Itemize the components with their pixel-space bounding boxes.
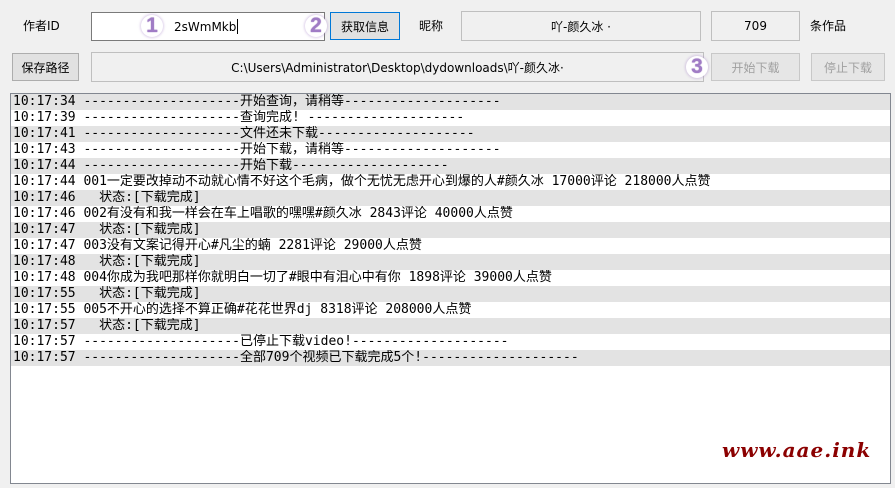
- log-row[interactable]: 10:17:48 状态:[下载完成]: [11, 254, 890, 270]
- log-message: 状态:[下载完成]: [75, 190, 201, 205]
- author-id-label: 作者ID: [23, 19, 60, 33]
- log-message: --------------------文件还未下载--------------…: [75, 126, 475, 141]
- save-path-button[interactable]: 保存路径: [12, 53, 79, 81]
- log-row[interactable]: 10:17:43 --------------------开始下载，请稍等---…: [11, 142, 890, 158]
- log-timestamp: 10:17:47: [13, 238, 76, 253]
- step-2-badge: 2: [305, 14, 327, 37]
- nickname-label: 昵称: [419, 19, 444, 33]
- log-timestamp: 10:17:48: [13, 254, 76, 269]
- log-message: --------------------全部709个视频已下载完成5个!----…: [75, 350, 579, 365]
- log-row[interactable]: 10:17:34 --------------------开始查询，请稍等---…: [11, 94, 890, 110]
- log-message: --------------------已停止下载video!---------…: [75, 334, 509, 349]
- text-caret: [237, 19, 239, 34]
- log-timestamp: 10:17:46: [13, 206, 76, 221]
- nickname-field: 吖-颜久冰 ·: [461, 11, 701, 41]
- log-message: 001一定要改掉动不动就心情不好这个毛病，做个无忧无虑开心到爆的人#颜久冰 17…: [75, 174, 711, 189]
- log-message: 004你成为我吧那样你就明白一切了#眼中有泪心中有你 1898评论 39000人…: [75, 270, 552, 285]
- stop-download-button[interactable]: 停止下载: [811, 53, 885, 81]
- log-timestamp: 10:17:57: [13, 350, 76, 365]
- log-row[interactable]: 10:17:57 状态:[下载完成]: [11, 318, 890, 334]
- log-message: 状态:[下载完成]: [75, 318, 201, 333]
- log-row[interactable]: 10:17:55 005不开心的选择不算正确#花花世界dj 8318评论 208…: [11, 302, 890, 318]
- log-row[interactable]: 10:17:44 001一定要改掉动不动就心情不好这个毛病，做个无忧无虑开心到爆…: [11, 174, 890, 190]
- log-message: --------------------开始下载----------------…: [75, 158, 449, 173]
- works-label: 条作品: [810, 19, 847, 33]
- log-row[interactable]: 10:17:57 --------------------已停止下载video!…: [11, 334, 890, 350]
- log-timestamp: 10:17:41: [13, 126, 76, 141]
- log-row[interactable]: 10:17:46 状态:[下载完成]: [11, 190, 890, 206]
- works-count-field: 709: [711, 11, 800, 41]
- fetch-info-button[interactable]: 获取信息: [330, 12, 400, 40]
- log-timestamp: 10:17:48: [13, 270, 76, 285]
- log-message: 005不开心的选择不算正确#花花世界dj 8318评论 208000人点赞: [75, 302, 472, 317]
- log-timestamp: 10:17:43: [13, 142, 76, 157]
- author-id-input[interactable]: 2sWmMkb: [91, 12, 325, 41]
- log-listbox[interactable]: 10:17:34 --------------------开始查询，请稍等---…: [10, 93, 891, 484]
- author-id-value: 2sWmMkb: [174, 19, 237, 34]
- log-timestamp: 10:17:44: [13, 158, 76, 173]
- log-message: --------------------开始查询，请稍等------------…: [75, 94, 501, 109]
- log-message: --------------------查询完成! --------------…: [75, 110, 465, 125]
- log-timestamp: 10:17:44: [13, 174, 76, 189]
- log-timestamp: 10:17:46: [13, 190, 76, 205]
- log-row[interactable]: 10:17:47 003没有文案记得开心#凡尘的蝻 2281评论 29000人点…: [11, 238, 890, 254]
- log-timestamp: 10:17:39: [13, 110, 76, 125]
- log-timestamp: 10:17:55: [13, 302, 76, 317]
- log-row[interactable]: 10:17:47 状态:[下载完成]: [11, 222, 890, 238]
- log-message: 状态:[下载完成]: [75, 222, 201, 237]
- log-row[interactable]: 10:17:39 --------------------查询完成! -----…: [11, 110, 890, 126]
- log-message: 状态:[下载完成]: [75, 286, 201, 301]
- log-timestamp: 10:17:47: [13, 222, 76, 237]
- log-message: 状态:[下载完成]: [75, 254, 201, 269]
- log-message: 002有没有和我一样会在车上唱歌的嘿嘿#颜久冰 2843评论 40000人点赞: [75, 206, 513, 221]
- step-3-badge: 3: [686, 55, 708, 78]
- log-timestamp: 10:17:57: [13, 318, 76, 333]
- log-message: --------------------开始下载，请稍等------------…: [75, 142, 501, 157]
- log-row[interactable]: 10:17:44 --------------------开始下载-------…: [11, 158, 890, 174]
- save-path-field: C:\Users\Administrator\Desktop\dydownloa…: [91, 52, 704, 82]
- log-timestamp: 10:17:55: [13, 286, 76, 301]
- log-timestamp: 10:17:57: [13, 334, 76, 349]
- log-timestamp: 10:17:34: [13, 94, 76, 109]
- log-row[interactable]: 10:17:57 --------------------全部709个视频已下载…: [11, 350, 890, 366]
- downloader-window: 作者ID 2sWmMkb 1 2 获取信息 昵称 吖-颜久冰 · 709 条作品…: [0, 0, 895, 488]
- log-row[interactable]: 10:17:46 002有没有和我一样会在车上唱歌的嘿嘿#颜久冰 2843评论 …: [11, 206, 890, 222]
- log-row[interactable]: 10:17:41 --------------------文件还未下载-----…: [11, 126, 890, 142]
- step-1-badge: 1: [141, 14, 163, 37]
- log-message: 003没有文案记得开心#凡尘的蝻 2281评论 29000人点赞: [75, 238, 422, 253]
- log-row[interactable]: 10:17:48 004你成为我吧那样你就明白一切了#眼中有泪心中有你 1898…: [11, 270, 890, 286]
- start-download-button[interactable]: 开始下载: [711, 53, 800, 81]
- log-row[interactable]: 10:17:55 状态:[下载完成]: [11, 286, 890, 302]
- site-watermark: www.aae.ink: [722, 438, 872, 462]
